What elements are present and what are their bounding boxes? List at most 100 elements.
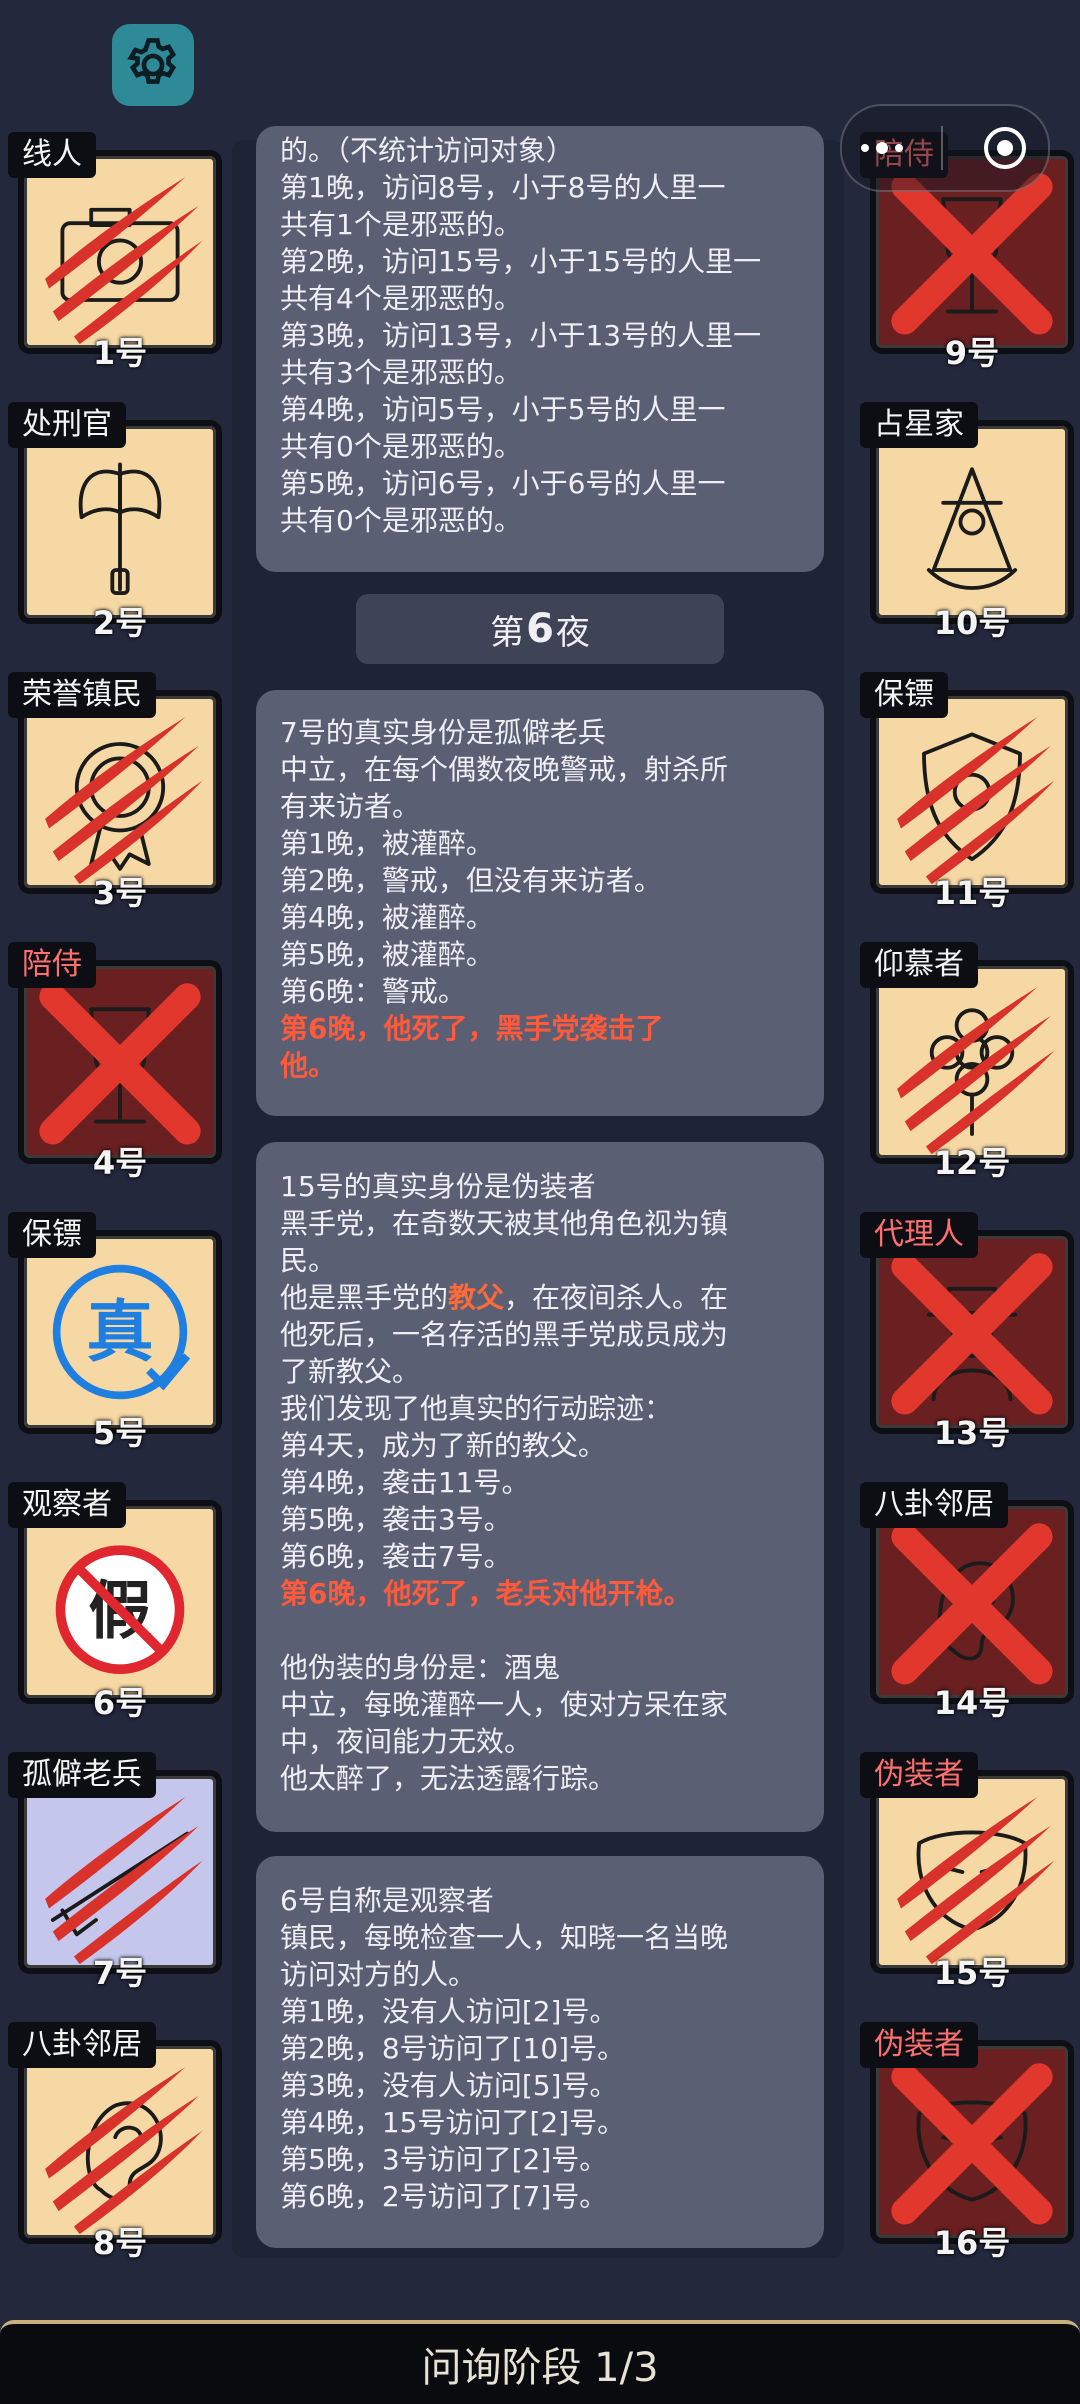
log-line: 他太醉了，无法透露行踪。 xyxy=(280,1762,617,1795)
player-number: 15号 xyxy=(933,1954,1011,1992)
settings-button[interactable] xyxy=(112,24,194,106)
player-card[interactable]: 八卦邻居 8号 xyxy=(8,2022,222,2300)
player-number: 11号 xyxy=(933,874,1011,912)
log-line: 第2晚，访问15号，小于15号的人里一 xyxy=(280,245,762,278)
log-line: 7号的真实身份是孤僻老兵 xyxy=(280,716,606,749)
player-role-label: 线人 xyxy=(8,132,96,178)
player-number: 9号 xyxy=(944,334,1000,372)
fake-stamp-icon: 假 xyxy=(55,1545,185,1674)
log-line: 6号自称是观察者 xyxy=(280,1884,494,1917)
wine-glass-icon xyxy=(39,983,201,1145)
player-number: 2号 xyxy=(92,604,148,642)
log-line: 第1晚，访问8号，小于8号的人里一 xyxy=(280,171,726,204)
miniprogram-capsule xyxy=(840,104,1050,192)
log-line: 镇民，每晚检查一人，知晓一名当晚 xyxy=(280,1921,729,1954)
log-line: 民。 xyxy=(280,1244,337,1277)
log-line: 第6晚，2号访问了[7]号。 xyxy=(280,2180,608,2213)
player-card[interactable]: 荣誉镇民 3号 xyxy=(8,672,222,950)
player-role-label: 占星家 xyxy=(860,402,978,448)
ear-icon xyxy=(45,2067,203,2235)
log-line: 第6晚，他死了，老兵对他开枪。 xyxy=(280,1577,692,1610)
shield-icon xyxy=(897,717,1055,885)
player-portrait xyxy=(18,1770,222,1974)
player-number: 5号 xyxy=(92,1414,148,1452)
phase-label: 问询阶段 1/3 xyxy=(421,2345,659,2391)
log-line: 第5晚，3号访问了[2]号。 xyxy=(280,2143,608,2176)
player-card[interactable]: 占星家 10号 xyxy=(860,402,1074,680)
log-line: 第5晚，袭击3号。 xyxy=(280,1503,512,1536)
player-role-label: 保镖 xyxy=(860,672,948,718)
player-card[interactable]: 伪装者 15号 xyxy=(860,1752,1074,2030)
log-text: ，在夜间杀人。在 xyxy=(504,1281,729,1314)
log-line: 共有0个是邪恶的。 xyxy=(280,430,522,463)
night-header-prefix: 第 xyxy=(490,612,525,653)
log-line: 了新教父。 xyxy=(280,1355,421,1388)
log-line: 他伪装的身份是：酒鬼 xyxy=(280,1651,561,1684)
player-role-label: 观察者 xyxy=(8,1482,126,1528)
log-line: 第4晚，袭击11号。 xyxy=(280,1466,530,1499)
more-dots-icon[interactable] xyxy=(861,142,903,154)
target-circle-icon[interactable] xyxy=(981,124,1029,172)
player-number: 3号 xyxy=(92,874,148,912)
player-portrait xyxy=(18,150,222,354)
true-stamp-icon: 真 xyxy=(52,1264,191,1400)
player-role-label: 八卦邻居 xyxy=(860,1482,1008,1528)
player-card[interactable]: 陪侍 4号 xyxy=(8,942,222,1220)
sextant-icon xyxy=(926,467,1018,590)
log-panel-checker-result: 的。（不统计访问对象） 第1晚，访问8号，小于8号的人里一 共有1个是邪恶的。 第2晚… xyxy=(256,126,824,572)
log-text: 他是黑手党的 xyxy=(280,1281,449,1314)
mask-icon xyxy=(891,2063,1053,2225)
log-line: 的。（不统计访问对象） xyxy=(280,134,575,167)
player-role-label: 仰慕者 xyxy=(860,942,978,988)
player-card[interactable]: 仰慕者 12号 xyxy=(860,942,1074,1220)
player-role-label: 保镖 xyxy=(8,1212,96,1258)
player-portrait xyxy=(18,960,222,1164)
phase-bar: 问询阶段 1/3 xyxy=(0,2320,1080,2404)
log-line: 第5晚，被灌醉。 xyxy=(280,938,494,971)
player-portrait xyxy=(18,420,222,624)
night-number: 6 xyxy=(526,606,554,652)
log-line: 第4天，成为了新的教父。 xyxy=(280,1429,606,1462)
log-line: 第2晚，警戒，但没有来访者。 xyxy=(280,864,662,897)
log-highlight: 教父 xyxy=(448,1281,505,1314)
log-panel-death-15: 15号的真实身份是伪装者黑手党，在奇数天被其他角色视为镇 民。他是黑手党的教父，在… xyxy=(256,1142,824,1832)
log-line: 第6晚：警戒。 xyxy=(280,975,466,1008)
player-card[interactable]: 处刑官 2号 xyxy=(8,402,222,680)
log-line: 共有0个是邪恶的。 xyxy=(280,504,522,537)
axe-icon xyxy=(78,462,162,595)
player-number: 4号 xyxy=(92,1144,148,1182)
player-card[interactable]: 孤僻老兵 7号 xyxy=(8,1752,222,2030)
hat-man-icon xyxy=(891,1253,1053,1415)
ear-icon xyxy=(891,1523,1053,1685)
player-card[interactable]: 代理人 13号 xyxy=(860,1212,1074,1490)
log-line: 第6晚，袭击7号。 xyxy=(280,1540,512,1573)
log-line: 15号的真实身份是伪装者 xyxy=(280,1170,596,1203)
player-portrait xyxy=(870,2040,1074,2244)
player-card[interactable]: 假 观察者 6号 xyxy=(8,1482,222,1760)
player-card[interactable]: 线人 1号 xyxy=(8,132,222,410)
player-card[interactable]: 真 保镖 5号 xyxy=(8,1212,222,1490)
log-line: 黑手党，在奇数天被其他角色视为镇 xyxy=(280,1207,729,1240)
night-header-suffix: 夜 xyxy=(555,612,590,653)
player-portrait xyxy=(870,1500,1074,1704)
log-line: 中立，每晚灌醉一人，使对方呆在家 xyxy=(280,1688,729,1721)
player-card[interactable]: 保镖 11号 xyxy=(860,672,1074,950)
log-line: 第5晚，访问6号，小于6号的人里一 xyxy=(280,467,726,500)
log-line: 他。 xyxy=(280,1049,337,1082)
player-card[interactable]: 八卦邻居 14号 xyxy=(860,1482,1074,1760)
player-role-label: 伪装者 xyxy=(860,2022,978,2068)
mask-icon xyxy=(897,1797,1055,1965)
medal-icon xyxy=(45,717,203,885)
player-number: 1号 xyxy=(92,334,148,372)
log-line: 第2晚，8号访问了[10]号。 xyxy=(280,2032,626,2065)
player-card[interactable]: 伪装者 16号 xyxy=(860,2022,1074,2300)
log-line: 第6晚，他死了，黑手党袭击了 xyxy=(280,1012,664,1045)
log-line: 第4晚，访问5号，小于5号的人里一 xyxy=(280,393,726,426)
log-line: 中立，在每个偶数夜晚警戒，射杀所 xyxy=(280,753,729,786)
log-line: 第3晚，访问13号，小于13号的人里一 xyxy=(280,319,762,352)
camera-icon xyxy=(45,177,203,345)
log-line: 他死后，一名存活的黑手党成员成为 xyxy=(280,1318,729,1351)
player-portrait: 真 xyxy=(18,1230,222,1434)
player-portrait xyxy=(870,1770,1074,1974)
